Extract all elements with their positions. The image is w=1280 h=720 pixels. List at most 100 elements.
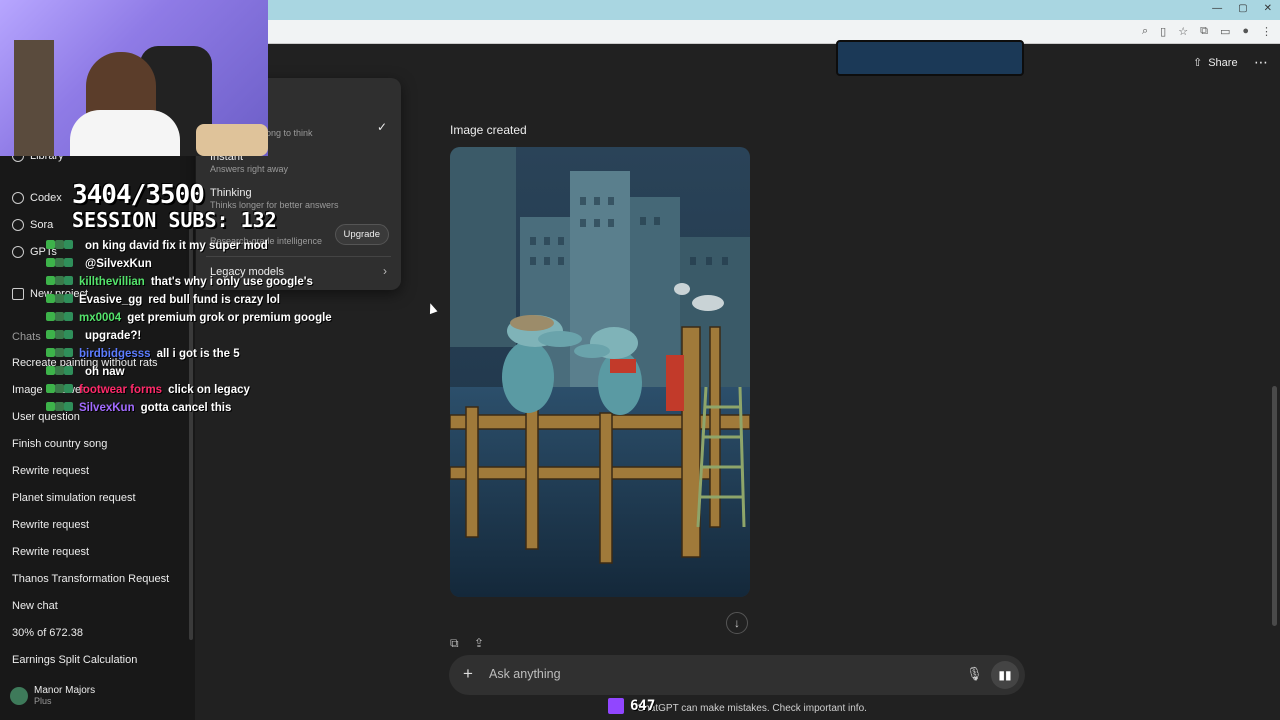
model-instant-desc: Answers right away	[210, 164, 289, 174]
chat-badges	[46, 402, 73, 414]
chat-badge-icon	[46, 294, 55, 303]
sidebar-scrollbar[interactable]	[189, 200, 193, 640]
chat-badge-icon	[55, 276, 64, 285]
chat-history-item[interactable]: Rewrite request	[12, 519, 89, 531]
chat-history-item[interactable]: Thanos Transformation Request	[12, 573, 169, 585]
zoom-icon[interactable]: ⌕	[1142, 25, 1148, 38]
chat-badge-icon	[46, 312, 55, 321]
disclaimer-text: ChatGPT can make mistakes. Check importa…	[637, 703, 867, 714]
painting-svg	[450, 147, 750, 597]
maximize-icon[interactable]: ▢	[1238, 3, 1247, 14]
chat-text: upgrade?!	[85, 330, 142, 342]
chat-badges	[46, 276, 73, 288]
chat-badges	[46, 240, 73, 252]
chat-badge-icon	[46, 276, 55, 285]
session-subs: SESSION SUBS: 132	[72, 208, 277, 232]
chat-history-item[interactable]: Finish country song	[12, 438, 107, 450]
chat-badges	[46, 258, 73, 270]
copy-icon[interactable]: ⧉	[450, 636, 464, 650]
sora-icon	[12, 219, 24, 231]
message-input[interactable]	[489, 667, 939, 681]
viewer-count-overlay: 647	[608, 698, 655, 714]
chat-badge-icon	[55, 240, 64, 249]
generated-image[interactable]	[450, 147, 750, 597]
profile-icon[interactable]: ●	[1242, 25, 1249, 38]
chat-badge-icon	[64, 312, 73, 321]
main-scrollbar[interactable]	[1272, 386, 1277, 626]
stream-chat-message: mx0004 get premium grok or premium google	[46, 312, 332, 324]
streamer-shirt	[70, 110, 180, 156]
message-composer: + 🎙 ▮▮	[449, 655, 1025, 695]
chat-badge-icon	[46, 384, 55, 393]
chat-badges	[46, 312, 73, 324]
sub-goal-counter: 3404/3500 SESSION SUBS: 132	[72, 180, 277, 232]
chevron-right-icon: ›	[383, 264, 387, 278]
close-icon[interactable]: ✕	[1264, 3, 1272, 14]
chat-badge-icon	[55, 384, 64, 393]
browser-menu-icon[interactable]: ⋮	[1261, 25, 1272, 38]
chats-section-heading: Chats	[12, 331, 41, 343]
share-button[interactable]: ⇧ Share	[1193, 56, 1238, 70]
chat-username: birdbidgesss	[79, 348, 151, 360]
chat-badge-icon	[55, 366, 64, 375]
user-account[interactable]: Manor Majors Plus	[10, 685, 95, 706]
upgrade-button[interactable]: Upgrade	[334, 224, 389, 245]
chat-badge-icon	[55, 348, 64, 357]
minimize-icon[interactable]: —	[1212, 3, 1222, 14]
stream-chat-message: upgrade?!	[46, 330, 141, 342]
chat-badge-icon	[64, 384, 73, 393]
share-image-icon[interactable]: ⇪	[474, 636, 488, 650]
scroll-to-bottom-button[interactable]: ↓	[726, 612, 748, 634]
chat-badge-icon	[55, 294, 64, 303]
chat-history-item[interactable]: Earnings Split Calculation	[12, 654, 137, 666]
chat-badge-icon	[64, 258, 73, 267]
chat-text: get premium grok or premium google	[127, 312, 332, 324]
window-controls: — ▢ ✕	[1212, 3, 1272, 14]
address-bar[interactable]: ⌕ ▯ ☆ ⧉ ▭ ● ⋮	[268, 20, 1280, 44]
user-plan: Plus	[34, 696, 52, 706]
sidebar-item-sora[interactable]: Sora	[12, 219, 53, 231]
chat-badge-icon	[46, 330, 55, 339]
stream-chat-message: oh naw	[46, 366, 125, 378]
extensions-icon[interactable]: ⧉	[1200, 25, 1208, 38]
sub-goal: 3404/3500	[72, 180, 205, 210]
chat-history-item[interactable]: Rewrite request	[12, 546, 89, 558]
chat-badge-icon	[55, 402, 64, 411]
chat-badge-icon	[46, 240, 55, 249]
chat-text: all i got is the 5	[156, 348, 240, 360]
avatar	[10, 686, 28, 705]
split-view-icon[interactable]: ▭	[1220, 25, 1230, 38]
user-name: Manor Majors	[34, 685, 96, 696]
codex-icon	[12, 192, 24, 204]
folder-icon	[12, 288, 24, 300]
more-options-button[interactable]: ⋯	[1254, 54, 1268, 71]
bookmark-star-icon[interactable]: ☆	[1178, 25, 1188, 38]
cat-tree	[14, 40, 54, 156]
sidebar-item-codex[interactable]: Codex	[12, 192, 62, 204]
page-icon[interactable]: ▯	[1160, 25, 1166, 38]
chat-text: that's why i only use google's	[150, 276, 313, 288]
plus-icon[interactable]: +	[463, 664, 473, 684]
chat-badge-icon	[64, 348, 73, 357]
chat-badge-icon	[46, 402, 55, 411]
chat-history-item[interactable]: 30% of 672.38	[12, 627, 83, 639]
chat-username: killthevillian	[79, 276, 145, 288]
chat-text: @SilvexKun	[85, 258, 152, 270]
stream-chat-message: @SilvexKun	[46, 258, 152, 270]
stream-chat-message: Evasive_gg red bull fund is crazy lol	[46, 294, 280, 306]
chat-badge-icon	[46, 366, 55, 375]
share-icon: ⇧	[1193, 57, 1203, 69]
chat-badges	[46, 348, 73, 360]
chat-text: on king david fix it my super mod	[85, 240, 268, 252]
chat-history-item[interactable]: Rewrite request	[12, 465, 89, 477]
chat-history-item[interactable]: New chat	[12, 600, 58, 612]
stream-chat-message: on king david fix it my super mod	[46, 240, 268, 252]
chat-history-item[interactable]: Planet simulation request	[12, 492, 136, 504]
previous-image-thumbnail[interactable]	[836, 40, 1024, 76]
voice-mode-button[interactable]: ▮▮	[991, 661, 1019, 689]
viewer-count: 647	[630, 698, 656, 714]
chat-badge-icon	[64, 330, 73, 339]
chat-text: gotta cancel this	[140, 402, 232, 414]
microphone-icon[interactable]: 🎙	[966, 666, 983, 682]
chat-username: mx0004	[79, 312, 122, 324]
